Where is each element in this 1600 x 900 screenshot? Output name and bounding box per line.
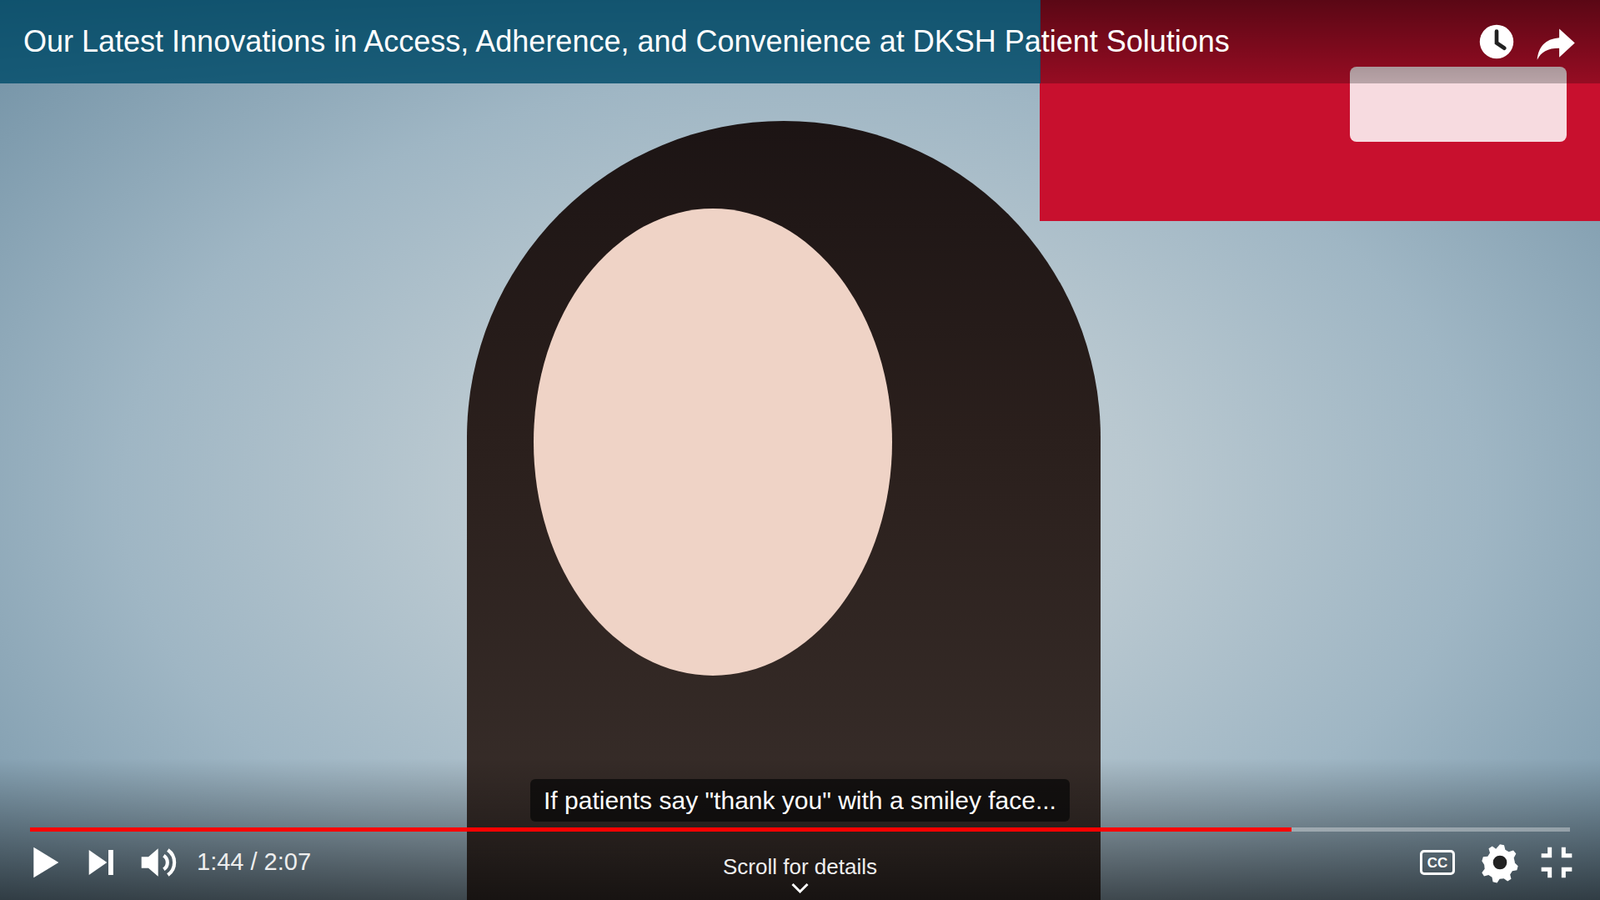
- settings-gear-icon[interactable]: [1474, 837, 1525, 888]
- share-arrow-icon[interactable]: [1533, 18, 1580, 66]
- volume-icon[interactable]: [131, 837, 182, 888]
- progress-track[interactable]: [30, 827, 1570, 832]
- frame-face: [533, 208, 893, 676]
- watch-later-clock-icon[interactable]: [1473, 18, 1520, 66]
- chevron-down-icon: [790, 881, 811, 895]
- title-bar: Our Latest Innovations in Access, Adhere…: [0, 0, 1600, 84]
- scroll-hint-text: Scroll for details: [722, 853, 878, 879]
- exit-fullscreen-icon[interactable]: [1531, 837, 1582, 888]
- caption-text: If patients say "thank you" with a smile…: [530, 778, 1070, 822]
- captions-button[interactable]: CC: [1419, 849, 1455, 875]
- progress-fill: [30, 827, 1292, 832]
- caption-area: If patients say "thank you" with a smile…: [0, 778, 1600, 822]
- next-icon[interactable]: [75, 837, 126, 888]
- video-title[interactable]: Our Latest Innovations in Access, Adhere…: [23, 23, 1460, 60]
- video-player[interactable]: Our Latest Innovations in Access, Adhere…: [0, 0, 1600, 900]
- time-display: 1:44 / 2:07: [196, 843, 311, 881]
- scroll-hint[interactable]: Scroll for details: [722, 853, 878, 895]
- play-icon[interactable]: [18, 837, 69, 888]
